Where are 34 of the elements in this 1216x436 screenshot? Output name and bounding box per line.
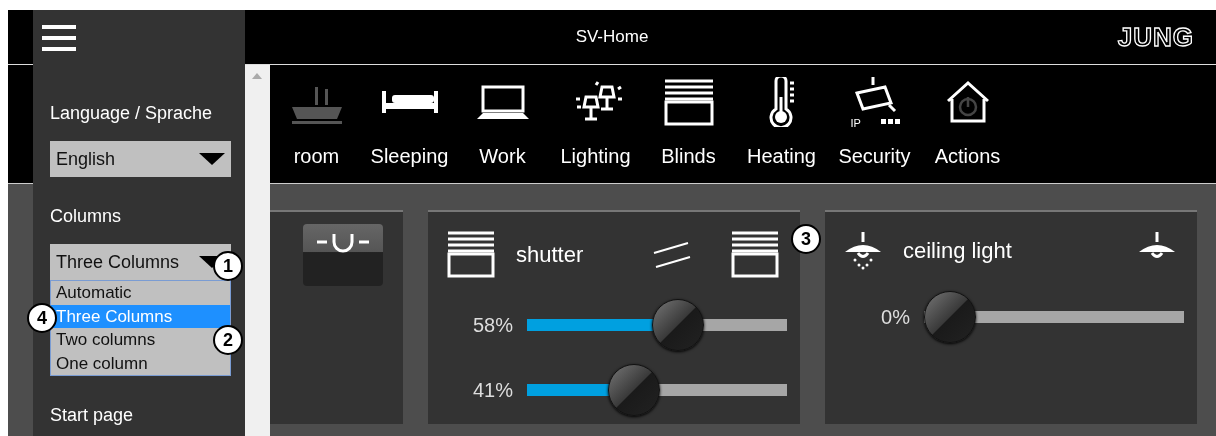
logo: JUNG [1117,24,1194,50]
dropdown[interactable]: English [50,141,231,177]
setting-label: Columns [50,205,123,228]
nav-tab[interactable]: Heating [735,65,828,183]
dropdown-arrow-icon [199,153,225,165]
slider-reading: 41% [471,378,513,403]
scrollbar[interactable] [245,65,270,436]
slider-thumb[interactable] [607,364,660,416]
nav-tab[interactable]: room [270,65,363,183]
dropdown-option[interactable]: One column [51,351,153,375]
blind-icon [446,230,496,278]
light-switch-button[interactable] [303,224,383,286]
app-title: SV-Home [575,26,649,49]
tile-title: shutter [516,240,585,269]
tile-title: ceiling light [903,236,1013,265]
lamp-lit-icon [843,230,883,270]
callout-number: 4 [27,303,57,333]
setting-label: Language / Sprache [50,102,214,125]
callout-number: 3 [791,224,821,254]
nav-tab[interactable]: Sleeping [363,65,456,183]
nav-tab[interactable]: Actions [921,65,1014,183]
slider-thumb[interactable] [651,299,704,351]
slat-angle-icon[interactable] [652,239,692,269]
setting-label: Start page [50,404,135,427]
slider-reading: 58% [471,313,513,338]
nav-tab[interactable]: Work [456,65,549,183]
blind-icon[interactable] [730,230,780,278]
nav-tab[interactable]: IP Security [828,65,921,183]
nav-tab[interactable]: Lighting [549,65,642,183]
slider-reading: 0% [880,305,910,330]
icon-label: IP [850,118,861,129]
slider-thumb[interactable] [924,291,976,343]
dropdown-option[interactable]: Automatic [51,281,137,305]
nav-tab[interactable]: Blinds [642,65,735,183]
